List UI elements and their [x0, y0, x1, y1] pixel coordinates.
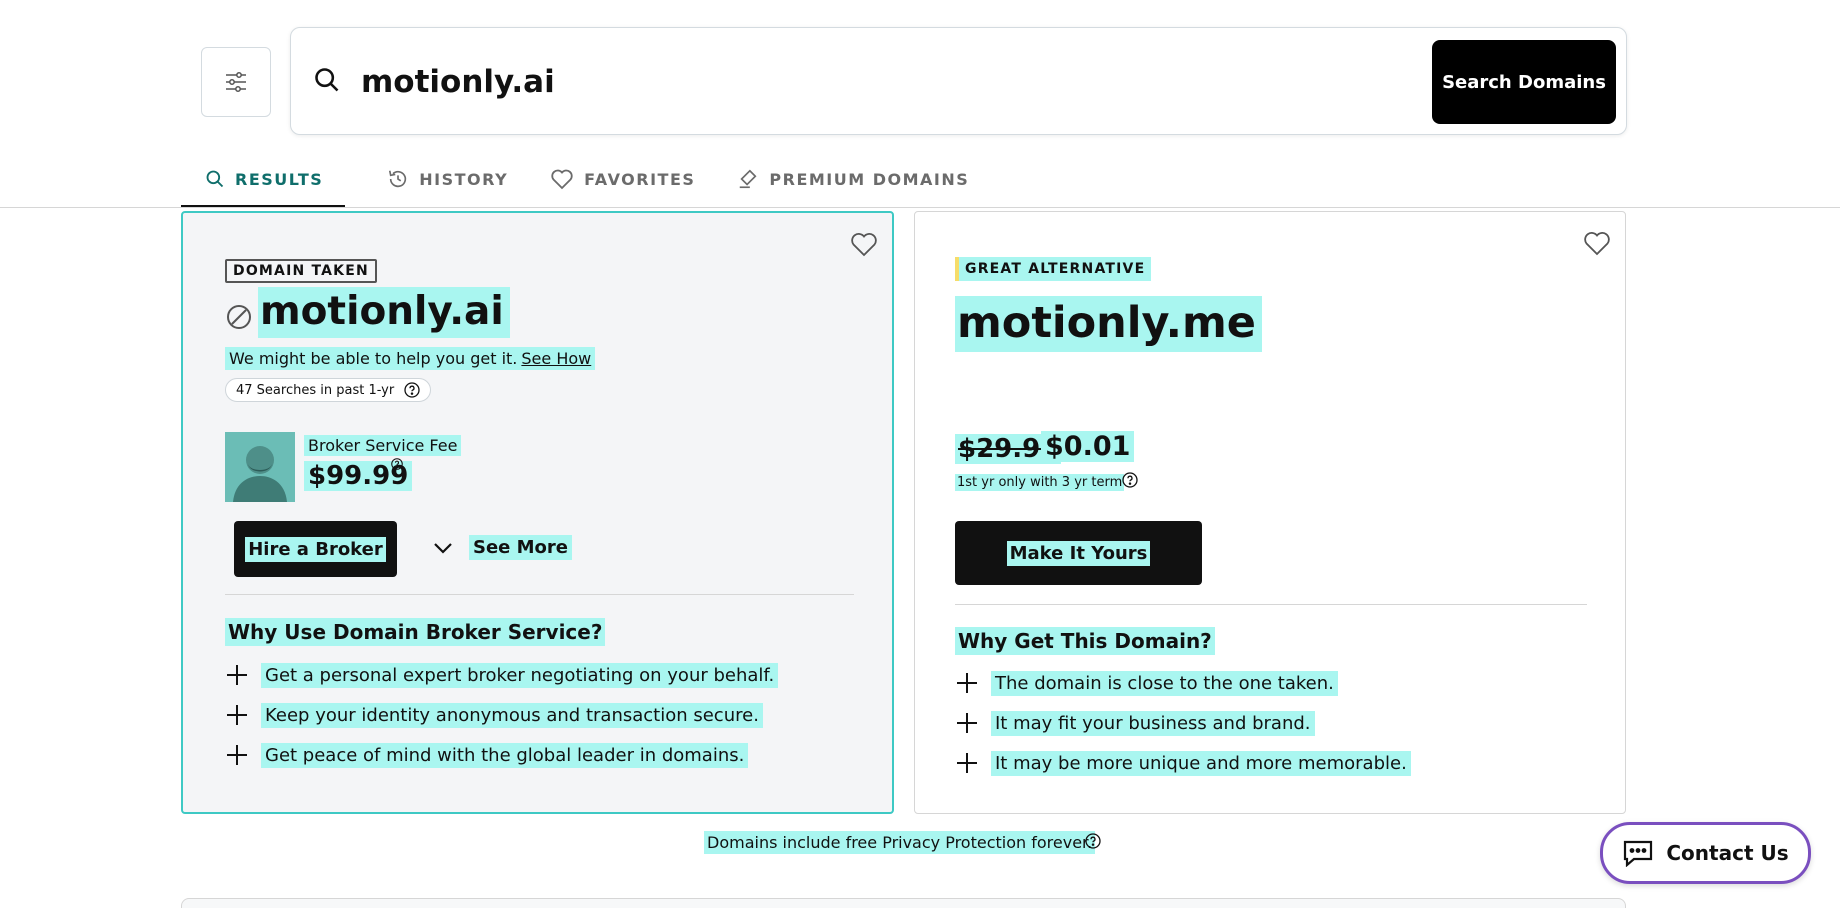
tab-label: PREMIUM DOMAINS: [769, 169, 970, 189]
search-box: Search Domains: [290, 27, 1627, 135]
tab-label: HISTORY: [419, 169, 509, 189]
heart-icon: [551, 169, 573, 190]
broker-avatar: [225, 432, 295, 502]
list-item: It may be more unique and more memorable…: [955, 743, 1411, 783]
tab-favorites[interactable]: FAVORITES: [550, 150, 695, 208]
tab-results[interactable]: RESULTS: [181, 150, 346, 208]
make-it-yours-button[interactable]: Make It Yours: [955, 521, 1202, 585]
domain-reasons-list: The domain is close to the one taken. It…: [955, 663, 1411, 783]
search-icon: [206, 170, 224, 188]
see-more-toggle[interactable]: See More: [433, 535, 573, 560]
filter-button[interactable]: [201, 47, 271, 117]
privacy-note: Domains include free Privacy Protection …: [704, 831, 1096, 854]
help-text-label: We might be able to help you get it.: [229, 349, 518, 368]
next-result-card: [181, 898, 1626, 908]
broker-fee-label: Broker Service Fee: [304, 435, 462, 456]
search-domains-button[interactable]: Search Domains: [1432, 40, 1616, 124]
card-divider: [225, 594, 854, 595]
see-more-label: See More: [469, 535, 573, 560]
hire-broker-button[interactable]: Hire a Broker: [234, 521, 397, 577]
tab-history[interactable]: HISTORY: [387, 150, 508, 208]
list-item: Get peace of mind with the global leader…: [225, 735, 778, 775]
tab-premium-domains[interactable]: PREMIUM DOMAINS: [737, 150, 969, 208]
domain-taken-badge: DOMAIN TAKEN: [225, 259, 377, 283]
gavel-icon: [740, 169, 757, 189]
reason-text: It may fit your business and brand.: [991, 710, 1315, 736]
list-item: Get a personal expert broker negotiating…: [225, 655, 779, 695]
broker-reasons-list: Get a personal expert broker negotiating…: [225, 655, 779, 775]
reason-text: Get a personal expert broker negotiating…: [261, 662, 779, 688]
help-text: We might be able to help you get it. See …: [225, 347, 596, 370]
alternative-domain-card: GREAT ALTERNATIVE motionly.me $29.99 $0.…: [914, 211, 1626, 814]
tab-label: RESULTS: [235, 169, 324, 189]
taken-domain-name: motionly.ai: [258, 287, 510, 338]
domain-taken-card: DOMAIN TAKEN motionly.ai We might be abl…: [181, 211, 894, 814]
reason-text: It may be more unique and more memorable…: [991, 750, 1411, 776]
plus-icon: [227, 665, 247, 685]
help-circle-icon[interactable]: [1085, 833, 1101, 849]
help-circle-icon[interactable]: [391, 458, 403, 470]
chevron-down-icon: [434, 542, 452, 554]
contact-us-button[interactable]: Contact Us: [1600, 822, 1811, 884]
why-domain-title: Why Get This Domain?: [955, 627, 1215, 655]
help-circle-icon[interactable]: [404, 382, 420, 398]
reason-text: Get peace of mind with the global leader…: [261, 742, 749, 768]
reason-text: The domain is close to the one taken.: [991, 670, 1338, 696]
price-term: 1st yr only with 3 yr term: [955, 474, 1125, 491]
card-divider: [955, 604, 1587, 605]
tab-label: FAVORITES: [584, 169, 696, 189]
plus-icon: [227, 745, 247, 765]
list-item: The domain is close to the one taken.: [955, 663, 1411, 703]
list-item: It may fit your business and brand.: [955, 703, 1411, 743]
favorite-heart-icon[interactable]: [850, 231, 878, 257]
why-broker-title: Why Use Domain Broker Service?: [225, 618, 606, 646]
search-icon: [315, 68, 339, 92]
search-count-label: 47 Searches in past 1-yr: [236, 382, 395, 398]
plus-icon: [957, 673, 977, 693]
favorite-heart-icon[interactable]: [1583, 230, 1611, 256]
sale-price: $0.01: [1041, 431, 1135, 462]
make-it-yours-label: Make It Yours: [1006, 540, 1151, 566]
plus-icon: [957, 713, 977, 733]
chat-icon: [1624, 840, 1653, 867]
see-how-link[interactable]: See How: [521, 349, 591, 368]
contact-us-label: Contact Us: [1666, 841, 1789, 865]
tabs-divider: [0, 207, 1840, 208]
hire-broker-label: Hire a Broker: [245, 536, 386, 562]
help-circle-icon[interactable]: [1122, 472, 1138, 488]
history-icon: [389, 170, 407, 188]
sliders-icon: [226, 72, 246, 92]
results-tabs: RESULTS HISTORY FAVORITES PREMIUM DOMAIN…: [181, 150, 1011, 208]
plus-icon: [957, 753, 977, 773]
search-count-pill: 47 Searches in past 1-yr: [225, 378, 432, 402]
great-alternative-badge: GREAT ALTERNATIVE: [955, 257, 1152, 281]
list-item: Keep your identity anonymous and transac…: [225, 695, 778, 735]
plus-icon: [227, 705, 247, 725]
reason-text: Keep your identity anonymous and transac…: [261, 702, 763, 728]
alternative-domain-name: motionly.me: [955, 296, 1262, 352]
unavailable-icon: [227, 305, 251, 329]
search-input[interactable]: [361, 52, 1411, 112]
